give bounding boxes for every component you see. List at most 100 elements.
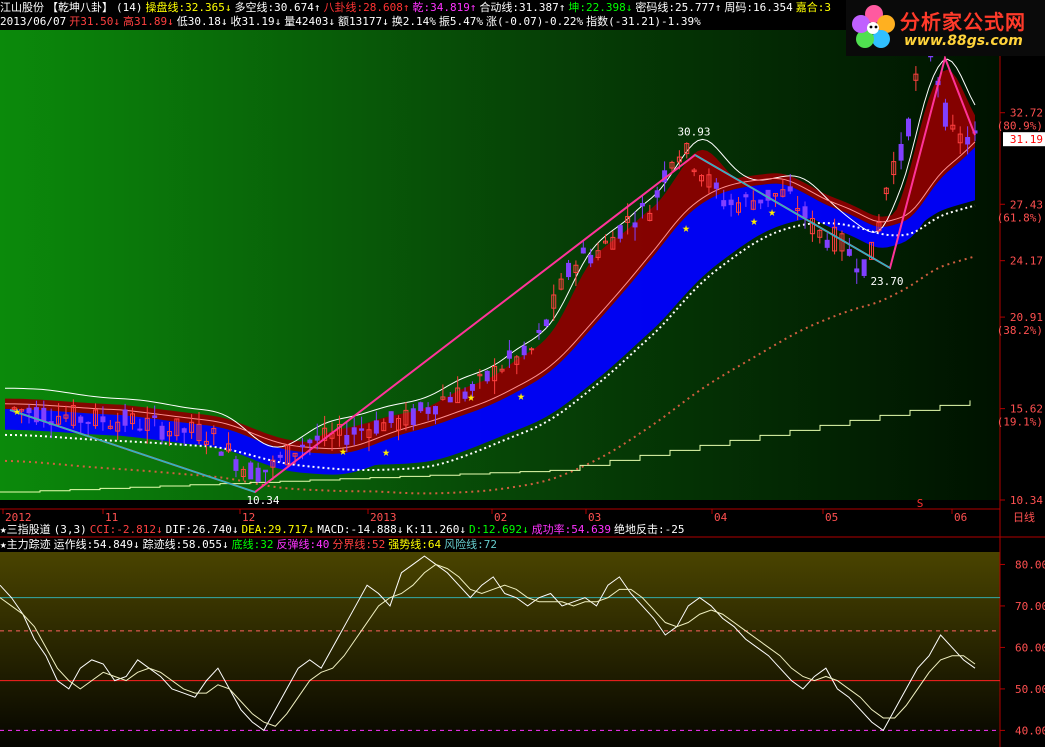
candle-body (307, 439, 313, 444)
candle-body (388, 411, 394, 423)
header.row1-item: 操盘线:32.365↓ (145, 1, 232, 14)
x-tick-label: 06 (954, 511, 967, 524)
buy-star-icon: ★ (13, 404, 21, 419)
sell-signal-marker: S (917, 497, 924, 510)
x-tick-label: 05 (825, 511, 838, 524)
indicator_header-item: 成功率:54.639 (531, 523, 611, 536)
indicator_header-item: D:12.692↓ (469, 523, 529, 536)
sub_header-item: 运作线:54.849↓ (53, 538, 140, 551)
price-annotation: 10.34 (246, 494, 279, 507)
candle-body (85, 421, 91, 424)
indicator-header: ★三指股道 (3,3) CCI:-2.812↓ DIF:26.740↓ DEA:29.7… (0, 523, 688, 537)
x-axis-label: 日线 (1013, 510, 1035, 524)
sub_header-item: 踪迹线:58.055↓ (142, 538, 229, 551)
candle-body (159, 425, 165, 440)
header.row1-item: 密码线:25.777↑ (635, 1, 722, 14)
header.row2-item: 开31.50↓ (69, 15, 120, 28)
header.row1-item: 周码:16.354 (724, 1, 793, 14)
header.row2-item: 低30.18↓ (176, 15, 228, 28)
x-axis-bg (0, 500, 1045, 523)
sub-y-tick-label: 40.00 (1015, 724, 1045, 737)
buy-star-icon: ★ (339, 444, 347, 459)
buy-star-icon: ★ (682, 221, 690, 236)
header.row2-item: 2013/06/07 (0, 15, 67, 28)
candle-body (78, 416, 84, 423)
candle-body (344, 434, 350, 445)
header.row1-item: (14) (116, 1, 143, 14)
candle-body (824, 239, 830, 248)
candle-body (233, 459, 239, 471)
sub_header-item: 分界线:52 (332, 538, 386, 551)
indicator_header-item: DIF:26.740↓ (165, 523, 239, 536)
candle-body (787, 186, 793, 192)
header.row2-item: 高31.89↓ (122, 15, 174, 28)
site-logo: 分析家公式网 www.88gs.com (846, 0, 1045, 56)
sub_header-item: 底线:32 (231, 538, 274, 551)
header.row1-item: 坤:22.398↓ (568, 1, 633, 14)
y-tick-label: 24.17 (1010, 255, 1043, 268)
candle-body (218, 451, 224, 456)
candle-body (802, 206, 808, 219)
candle-body (418, 402, 424, 412)
candle-body (632, 222, 638, 228)
y-tick-label: 15.62 (1010, 403, 1043, 416)
candle-body (41, 407, 47, 422)
header.row2-item: 振5.47% (438, 15, 483, 28)
candle-body (277, 454, 283, 458)
candle-body (26, 407, 32, 414)
sub-indicator-header: ★主力踪迹 运作线:54.849↓ 踪迹线:58.055↓ 底线:32 反弹线:40 分界… (0, 538, 500, 552)
candle-body (654, 190, 660, 198)
candle-body (721, 200, 727, 207)
candle-body (351, 427, 357, 435)
sub-y-tick-label: 70.00 (1015, 600, 1045, 613)
y-tick-label: 32.72 (1010, 107, 1043, 120)
candle-body (529, 348, 535, 351)
candle-body (521, 345, 527, 356)
header.row1-item: 江山股份 (0, 1, 44, 14)
candle-body (255, 467, 261, 482)
y-tick-label: 27.43 (1010, 198, 1043, 211)
buy-star-icon: ★ (382, 445, 390, 460)
header.row1-item: 八卦线:28.608↑ (323, 1, 410, 14)
header.row1-item: 多空线:30.674↑ (234, 1, 321, 14)
sub_header-item: 强势线:64 (388, 538, 442, 551)
candle-body (617, 225, 623, 239)
buy-star-icon: ★ (517, 389, 525, 404)
y-tick-percent: (61.8%) (997, 211, 1043, 224)
header-row-1: 江山股份 【乾坤八卦】 (14) 操盘线:32.365↓ 多空线:30.674↑ 八卦线:… (0, 1, 834, 15)
sub-y-tick-label: 50.00 (1015, 683, 1045, 696)
candle-body (846, 249, 852, 256)
candle-body (425, 407, 431, 414)
indicator_header-item: 绝地反击:-25 (614, 523, 685, 536)
header.row2-item: 量42403↓ (284, 15, 335, 28)
sub-y-tick-label: 60.00 (1015, 641, 1045, 654)
header.row2-item: 涨(-0.07)-0.22% (485, 15, 584, 28)
chart-window: ★ ★ ★ ★ ★ ★ ★ ★ 30.93 23.70 10.34 S 32.72 (80.9%) 27.4… (0, 0, 1045, 747)
candle-body (942, 102, 948, 127)
header.row2-item: 额13177↓ (337, 15, 389, 28)
price-annotation: 30.93 (677, 126, 710, 139)
header.row1-item: 合动线:31.387↑ (479, 1, 566, 14)
header.row2-item: 指数(-31.21)-1.39% (586, 15, 701, 28)
y-tick-percent: (80.9%) (997, 120, 1043, 133)
candle-body (854, 268, 860, 273)
sub-panel-bg (0, 552, 1000, 747)
candle-body (965, 137, 971, 145)
buy-star-icon: ★ (750, 214, 758, 229)
sub_header-item: ★主力踪迹 (0, 538, 51, 551)
candle-body (905, 118, 911, 137)
sub_header-item: 风险线:72 (444, 538, 497, 551)
logo-title: 分析家公式网 (900, 10, 1026, 34)
candle-body (566, 262, 572, 278)
header.row1-item: 【乾坤八卦】 (47, 1, 113, 14)
candle-body (263, 469, 269, 473)
sub_header-item: 反弹线:40 (276, 538, 330, 551)
indicator_header-item: CCI:-2.812↓ (89, 523, 163, 536)
candle-body (181, 428, 187, 433)
header-row-2: 2013/06/07 开31.50↓ 高31.89↓ 低30.18↓ 收31.19↓ 量4… (0, 15, 704, 29)
chart-canvas: ★ ★ ★ ★ ★ ★ ★ ★ 30.93 23.70 10.34 S 32.72(80.9%) 27.4… (0, 0, 1045, 747)
y-tick-label: 10.34 (1010, 494, 1043, 507)
indicator_header-item: K:11.260↓ (406, 523, 467, 536)
candle-body (410, 408, 416, 426)
candle-body (588, 254, 594, 264)
